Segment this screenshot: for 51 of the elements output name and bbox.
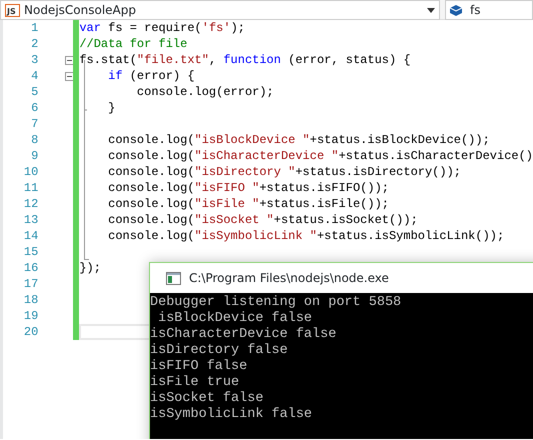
line-number: 16 (22, 260, 38, 276)
code-line: console.log("isSocket "+status.isSocket()); (107, 212, 418, 228)
line-number: 4 (30, 68, 38, 84)
collapse-icon[interactable] (65, 56, 74, 65)
code-line: console.log("isSymbolicLink "+status.isSymbolicLink()); (107, 228, 504, 244)
code-line: console.log("isDirectory "+status.isDirectory()); (107, 164, 461, 180)
line-number: 17 (22, 276, 38, 292)
code-line: console.log(error); (136, 84, 274, 100)
console-title: C:\Program Files\nodejs\node.exe (189, 270, 389, 287)
line-number: 3 (30, 52, 38, 68)
code-line: } (107, 100, 116, 116)
code-line: fs.stat("file.txt", function (error, status) { (79, 52, 411, 68)
javascript-file-icon: JS (5, 4, 20, 16)
console-output-line: isSymbolicLink false (150, 407, 312, 422)
console-output-line: isDirectory false (150, 343, 288, 358)
code-line: //Data for file (79, 36, 188, 52)
caret-icon (427, 8, 435, 12)
console-output-line: Debugger listening on port 5858 (150, 295, 402, 310)
code-line: var fs = require('fs'); (79, 20, 245, 36)
line-number: 19 (22, 308, 38, 324)
console-output-line: isFile true (150, 375, 240, 390)
code-line: console.log("isFile "+status.isFile()); (107, 196, 389, 212)
cube-icon (450, 4, 462, 16)
line-number: 18 (22, 292, 38, 308)
line-number: 6 (30, 100, 38, 116)
code-line: }); (79, 260, 101, 276)
line-number: 8 (30, 132, 38, 148)
line-number: 7 (30, 116, 38, 132)
line-number: 15 (22, 244, 38, 260)
console-output-line: isSocket false (150, 391, 264, 406)
line-number: 2 (30, 36, 38, 52)
code-line: console.log("isFIFO "+status.isFIFO()); (107, 180, 389, 196)
console-output-line: isCharacterDevice false (150, 327, 336, 342)
project-dropdown[interactable]: JS NodejsConsoleApp (0, 0, 440, 20)
line-number: 5 (30, 84, 38, 100)
line-number: 20 (22, 324, 38, 340)
line-number: 12 (22, 196, 38, 212)
line-number: 14 (22, 228, 38, 244)
line-number: 10 (22, 164, 38, 180)
line-number: 9 (30, 148, 38, 164)
code-line: console.log("isBlockDevice "+status.isBlockDevice()); (107, 132, 490, 148)
console-output-line: isBlockDevice false (157, 311, 312, 326)
line-number: 13 (22, 212, 38, 228)
member-dropdown[interactable]: fs (445, 0, 533, 20)
console-output-line: isFIFO false (150, 359, 248, 374)
console-app-icon (166, 272, 181, 284)
line-number: 11 (22, 180, 38, 196)
collapse-icon[interactable] (65, 72, 74, 81)
line-number: 1 (30, 20, 38, 36)
code-line: console.log("isCharacterDevice "+status.isCharacterDevice() (107, 148, 533, 164)
code-line: if (error) { (107, 68, 195, 84)
